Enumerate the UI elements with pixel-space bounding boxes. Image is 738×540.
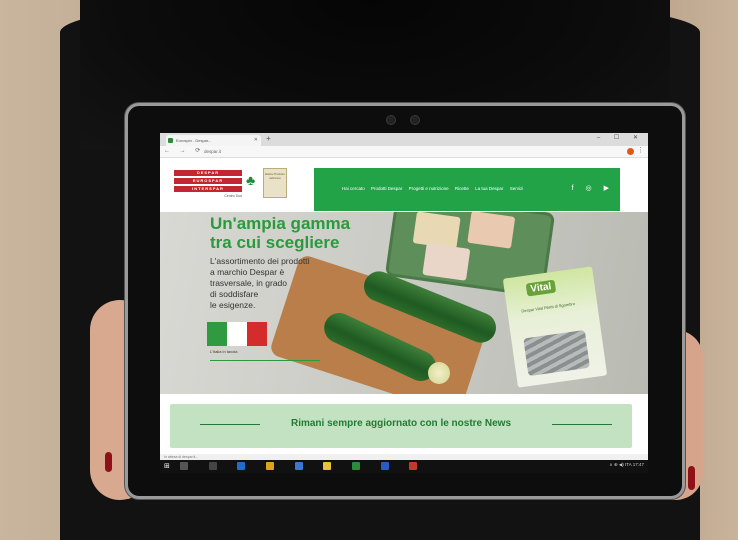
- taskbar-apps: [180, 462, 427, 470]
- system-tray[interactable]: ∧ ⊕ ◀) ITA 17:47: [609, 462, 644, 468]
- window-controls[interactable]: – ☐ ✕: [597, 134, 644, 141]
- package-text: Despar Vital Filetti di Sgombro: [521, 301, 576, 314]
- start-button[interactable]: ⊞: [164, 462, 170, 470]
- logo-subtitle: Centro Sud: [224, 194, 242, 198]
- nav-item[interactable]: Hai cercato: [342, 186, 365, 191]
- browser-addressbar: ← → ⟳ despar.it ⋮: [160, 146, 648, 158]
- extension-icon[interactable]: [627, 148, 634, 155]
- app-icon[interactable]: [380, 462, 389, 470]
- award-badge: Eletta Prodotto dell'anno: [263, 168, 287, 198]
- hero-banner[interactable]: Vital Despar Vital Filetti di Sgombro Un…: [160, 212, 648, 394]
- social-icons[interactable]: f ◎ ▶: [572, 184, 614, 192]
- edge-icon[interactable]: [237, 462, 246, 470]
- task-view-icon[interactable]: [208, 462, 217, 470]
- search-icon[interactable]: [180, 462, 188, 470]
- close-icon[interactable]: ✕: [254, 135, 258, 146]
- url-input[interactable]: despar.it: [204, 148, 584, 156]
- tablet-device: Eurospin - Despar... ✕ + – ☐ ✕ ← → ⟳ des…: [125, 103, 685, 499]
- despar-logo[interactable]: DESPAR EUROSPAR INTERSPAR Centro Sud: [174, 170, 242, 200]
- hero-description: L'assortimento dei prodotti a marchio De…: [210, 256, 310, 310]
- package-brand: Vital: [525, 279, 557, 297]
- app-icon[interactable]: [352, 462, 361, 470]
- nav-buttons[interactable]: ← → ⟳: [164, 147, 204, 154]
- nav-item[interactable]: Prodotti Despar: [371, 186, 402, 191]
- fingernail: [688, 466, 695, 490]
- browser-tab[interactable]: Eurospin - Despar... ✕: [166, 135, 261, 146]
- news-section: Rimani sempre aggiornato con le nostre N…: [160, 394, 648, 454]
- nav-item[interactable]: La tua Despar: [475, 186, 503, 191]
- tab-title: Eurospin - Despar...: [176, 138, 212, 143]
- logo-line: EUROSPAR: [174, 178, 242, 184]
- new-tab-button[interactable]: +: [266, 134, 271, 143]
- fingernail: [105, 452, 112, 472]
- tablet-screen: Eurospin - Despar... ✕ + – ☐ ✕ ← → ⟳ des…: [160, 133, 648, 473]
- divider-line: [210, 360, 320, 361]
- hero-title: Un'ampia gamma tra cui scegliere: [210, 214, 351, 252]
- flag-label: L'Italia in tavola: [210, 349, 238, 354]
- package-fish-image: [523, 329, 590, 377]
- zucchini-slice: [428, 362, 450, 384]
- divider-line: [552, 424, 612, 425]
- italian-flag: [207, 322, 267, 346]
- newsletter-banner[interactable]: Rimani sempre aggiornato con le nostre N…: [170, 404, 632, 448]
- site-header: DESPAR EUROSPAR INTERSPAR Centro Sud ♣ E…: [160, 158, 648, 212]
- browser-tabbar: Eurospin - Despar... ✕ + – ☐ ✕: [160, 133, 648, 146]
- camera-sensor: [386, 115, 396, 125]
- store-icon[interactable]: [294, 462, 303, 470]
- nav-item[interactable]: Ricette: [455, 186, 469, 191]
- spar-tree-icon: ♣: [246, 172, 256, 188]
- main-navigation: Hai cercato Prodotti Despar Progetti e n…: [314, 168, 620, 211]
- cracker: [467, 212, 516, 249]
- camera-lens: [410, 115, 420, 125]
- favicon-icon: [168, 138, 173, 143]
- nav-item[interactable]: Servizi: [510, 186, 524, 191]
- nav-item[interactable]: Progetti e nutrizione: [409, 186, 449, 191]
- windows-taskbar: ⊞ ∧ ⊕ ◀) ITA 17:47: [160, 460, 648, 473]
- logo-line: INTERSPAR: [174, 186, 242, 192]
- chrome-icon[interactable]: [323, 462, 332, 470]
- folder-icon[interactable]: [266, 462, 275, 470]
- product-package: Vital Despar Vital Filetti di Sgombro: [502, 266, 608, 388]
- nav-items: Hai cercato Prodotti Despar Progetti e n…: [342, 186, 528, 191]
- cracker: [422, 242, 471, 281]
- menu-icon[interactable]: ⋮: [637, 146, 644, 154]
- logo-line: DESPAR: [174, 170, 242, 176]
- app-icon[interactable]: [409, 462, 418, 470]
